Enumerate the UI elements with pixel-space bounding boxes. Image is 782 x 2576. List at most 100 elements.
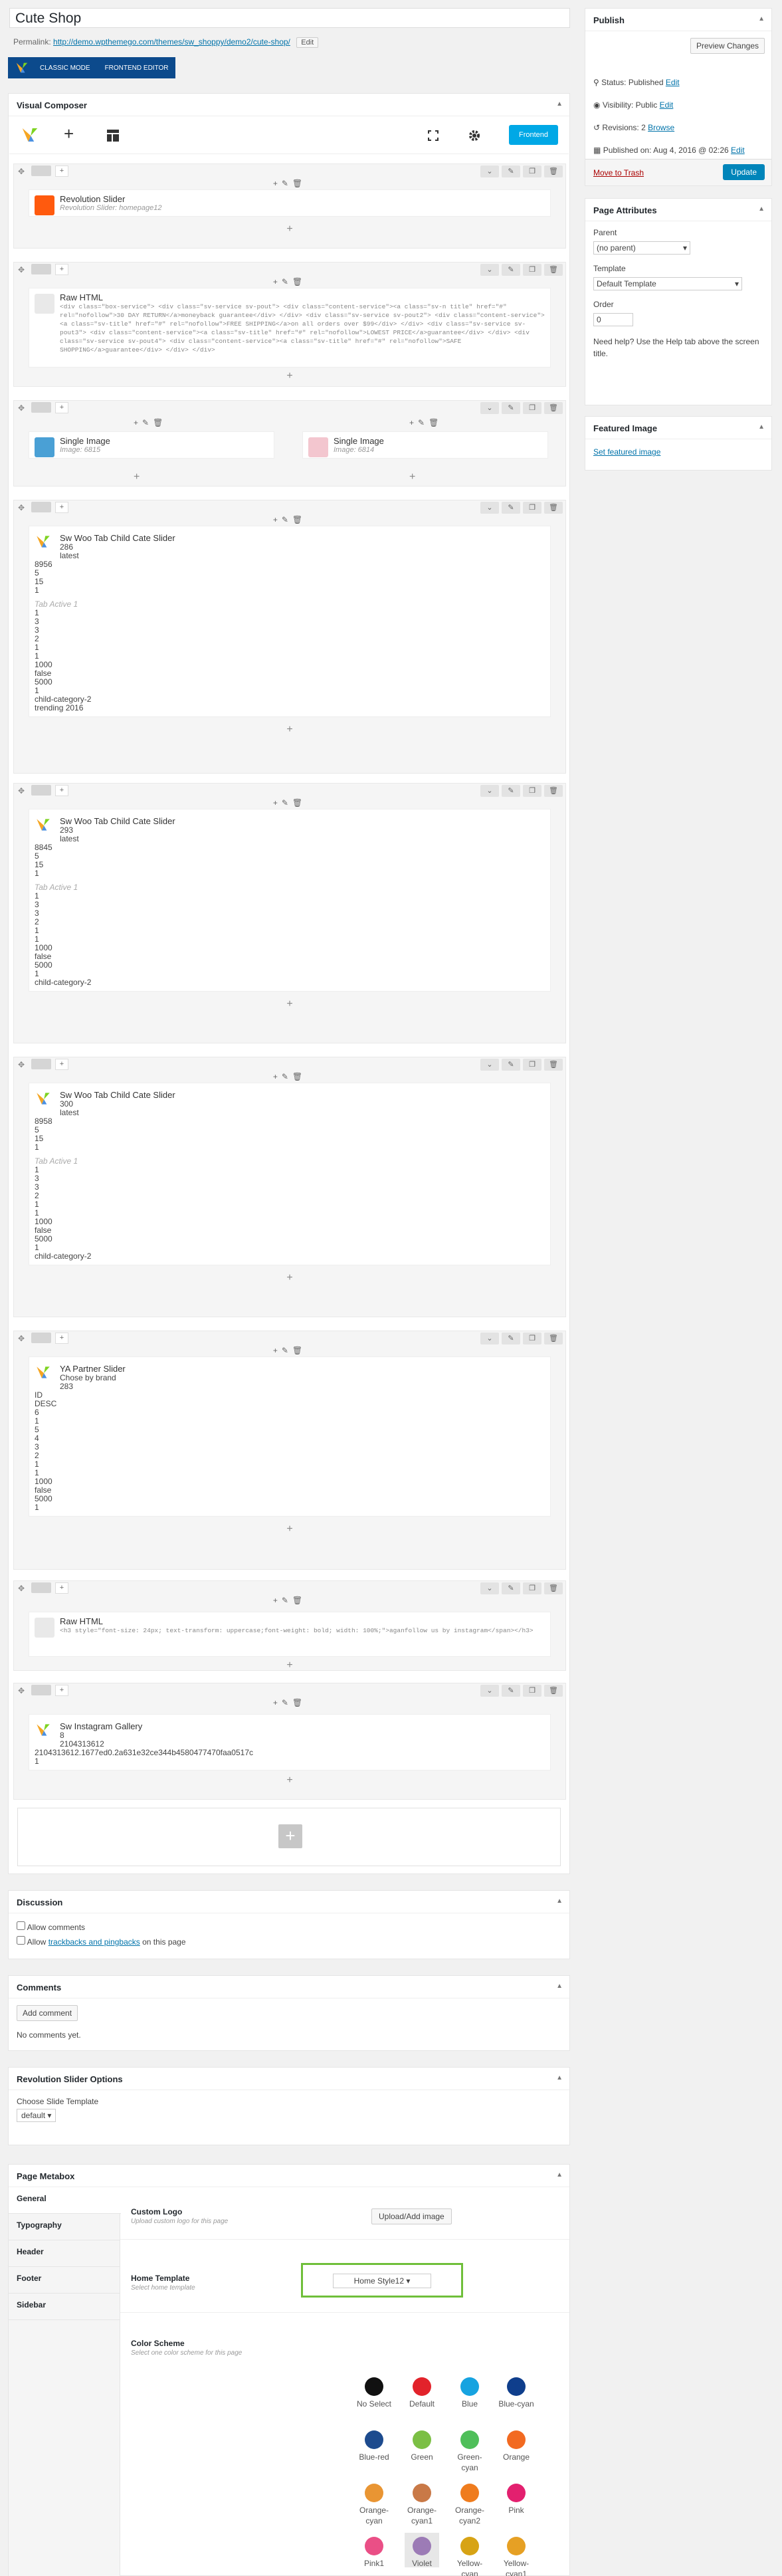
vc-row[interactable]: ✥ + ⌄ ✎ ❐ 🗑 +✎🗑 +✎🗑 Single Image Image: 6815… — [13, 400, 566, 486]
drag-handle-icon[interactable]: ✥ — [18, 265, 25, 274]
row-toggle-icon[interactable]: ⌄ — [480, 1333, 499, 1344]
color-swatch[interactable] — [365, 2484, 383, 2502]
row-delete-icon[interactable]: 🗑 — [544, 1059, 563, 1071]
row-toggle-icon[interactable]: ⌄ — [480, 502, 499, 514]
edit-date-link[interactable]: Edit — [731, 146, 745, 155]
tab-child-slider-element[interactable]: Sw Woo Tab Child Cate Slider 300 latest … — [29, 1083, 551, 1265]
drag-handle-icon[interactable]: ✥ — [18, 786, 25, 796]
row-delete-icon[interactable]: 🗑 — [544, 785, 563, 797]
row-edit-icon[interactable]: ✎ — [502, 264, 520, 276]
row-toggle-icon[interactable]: ⌄ — [480, 1582, 499, 1594]
row-layout-button[interactable] — [31, 1333, 51, 1343]
set-featured-image-link[interactable]: Set featured image — [585, 439, 771, 465]
classic-mode-button[interactable]: CLASSIC MODE — [36, 62, 94, 74]
collapse-icon[interactable]: ▲ — [758, 423, 765, 431]
color-swatch[interactable] — [413, 2484, 431, 2502]
row-edit-icon[interactable]: ✎ — [502, 502, 520, 514]
color-swatch[interactable] — [413, 2377, 431, 2396]
row-layout-button[interactable] — [31, 1685, 51, 1695]
color-swatch[interactable] — [507, 2484, 526, 2502]
vc-logo-icon[interactable] — [20, 125, 40, 145]
add-column-button[interactable]: + — [55, 785, 68, 796]
allow-comments-checkbox[interactable] — [17, 1921, 25, 1930]
collapse-icon[interactable]: ▲ — [758, 205, 765, 213]
row-delete-icon[interactable]: 🗑 — [544, 1333, 563, 1344]
row-layout-button[interactable] — [31, 165, 51, 176]
row-toggle-icon[interactable]: ⌄ — [480, 1059, 499, 1071]
row-clone-icon[interactable]: ❐ — [523, 502, 541, 514]
row-delete-icon[interactable]: 🗑 — [544, 502, 563, 514]
row-clone-icon[interactable]: ❐ — [523, 785, 541, 797]
add-comment-button[interactable]: Add comment — [17, 2005, 78, 2021]
column-controls[interactable]: +✎🗑 — [14, 515, 565, 526]
slide-template-select[interactable]: default ▾ — [17, 2109, 56, 2122]
raw-html-element[interactable]: Raw HTML <div class="box-service"> <div … — [29, 288, 551, 368]
settings-gear-icon[interactable] — [468, 129, 481, 142]
color-swatch[interactable] — [460, 2537, 479, 2555]
vc-row[interactable]: ✥ + ⌄ ✎ ❐ 🗑 +✎🗑 Sw Woo Tab Child Cate Slider… — [13, 783, 566, 1043]
row-layout-button[interactable] — [31, 264, 51, 274]
permalink-url[interactable]: http://demo.wpthemego.com/themes/sw_shop… — [53, 37, 290, 47]
collapse-icon[interactable]: ▲ — [556, 1897, 563, 1905]
row-edit-icon[interactable]: ✎ — [502, 1333, 520, 1344]
vc-row[interactable]: ✥ + ⌄ ✎ ❐ 🗑 +✎🗑 Sw Woo Tab Child Cate Slider… — [13, 500, 566, 774]
row-layout-button[interactable] — [31, 402, 51, 413]
drag-handle-icon[interactable]: ✥ — [18, 403, 25, 413]
row-clone-icon[interactable]: ❐ — [523, 1582, 541, 1594]
row-toggle-icon[interactable]: ⌄ — [480, 402, 499, 414]
allow-pingbacks-checkbox[interactable] — [17, 1936, 25, 1945]
row-layout-button[interactable] — [31, 1582, 51, 1593]
vc-row[interactable]: ✥ + ⌄ ✎ ❐ 🗑 +✎🗑 Revolution Slider Revolution… — [13, 163, 566, 249]
row-clone-icon[interactable]: ❐ — [523, 402, 541, 414]
browse-revisions-link[interactable]: Browse — [648, 123, 674, 132]
single-image-element[interactable]: Single Image Image: 6814 — [302, 431, 548, 459]
update-button[interactable]: Update — [723, 164, 765, 180]
post-title-input[interactable]: Cute Shop — [9, 8, 570, 28]
fullscreen-icon[interactable] — [428, 130, 439, 141]
edit-visibility-link[interactable]: Edit — [660, 100, 674, 110]
column-controls[interactable]: +✎🗑 — [14, 1596, 565, 1606]
color-swatch[interactable] — [365, 2537, 383, 2555]
drag-handle-icon[interactable]: ✥ — [18, 1060, 25, 1069]
row-clone-icon[interactable]: ❐ — [523, 1685, 541, 1697]
add-element-plus[interactable]: + — [409, 471, 415, 483]
row-clone-icon[interactable]: ❐ — [523, 264, 541, 276]
column-controls[interactable]: +✎🗑 — [134, 418, 167, 429]
color-swatch[interactable] — [460, 2377, 479, 2396]
column-controls[interactable]: +✎🗑 — [14, 1072, 565, 1083]
collapse-icon[interactable]: ▲ — [556, 1983, 563, 1990]
column-controls[interactable]: +✎🗑 — [14, 179, 565, 189]
drag-handle-icon[interactable]: ✥ — [18, 167, 25, 176]
row-edit-icon[interactable]: ✎ — [502, 785, 520, 797]
add-column-button[interactable]: + — [55, 402, 68, 413]
add-row-button[interactable]: + — [278, 1824, 302, 1848]
column-controls[interactable]: +✎🗑 — [14, 1698, 565, 1709]
row-delete-icon[interactable]: 🗑 — [544, 402, 563, 414]
permalink-edit-button[interactable]: Edit — [296, 37, 319, 48]
row-layout-button[interactable] — [31, 502, 51, 512]
row-clone-icon[interactable]: ❐ — [523, 165, 541, 177]
row-toggle-icon[interactable]: ⌄ — [480, 785, 499, 797]
add-element-plus[interactable]: + — [14, 998, 565, 1010]
collapse-icon[interactable]: ▲ — [556, 100, 563, 108]
drag-handle-icon[interactable]: ✥ — [18, 1584, 25, 1593]
row-edit-icon[interactable]: ✎ — [502, 1582, 520, 1594]
row-toggle-icon[interactable]: ⌄ — [480, 1685, 499, 1697]
row-edit-icon[interactable]: ✎ — [502, 1059, 520, 1071]
color-swatch[interactable] — [507, 2537, 526, 2555]
partner-slider-element[interactable]: YA Partner Slider Chose by brand 283 ID … — [29, 1356, 551, 1517]
edit-status-link[interactable]: Edit — [666, 78, 680, 87]
row-toggle-icon[interactable]: ⌄ — [480, 165, 499, 177]
column-controls[interactable]: +✎🗑 — [14, 798, 565, 809]
tab-child-slider-element[interactable]: Sw Woo Tab Child Cate Slider 293 latest … — [29, 809, 551, 992]
add-column-button[interactable]: + — [55, 1333, 68, 1344]
color-swatch[interactable] — [365, 2430, 383, 2449]
add-element-plus[interactable]: + — [14, 1272, 565, 1284]
vc-row[interactable]: ✥ + ⌄ ✎ ❐ 🗑 +✎🗑 YA Partner Slider Chose by b… — [13, 1331, 566, 1570]
order-input[interactable]: 0 — [593, 313, 633, 326]
parent-select[interactable]: (no parent) ▾ — [593, 241, 690, 255]
row-clone-icon[interactable]: ❐ — [523, 1059, 541, 1071]
add-column-button[interactable]: + — [55, 1582, 68, 1594]
row-delete-icon[interactable]: 🗑 — [544, 1685, 563, 1697]
single-image-element[interactable]: Single Image Image: 6815 — [29, 431, 274, 459]
